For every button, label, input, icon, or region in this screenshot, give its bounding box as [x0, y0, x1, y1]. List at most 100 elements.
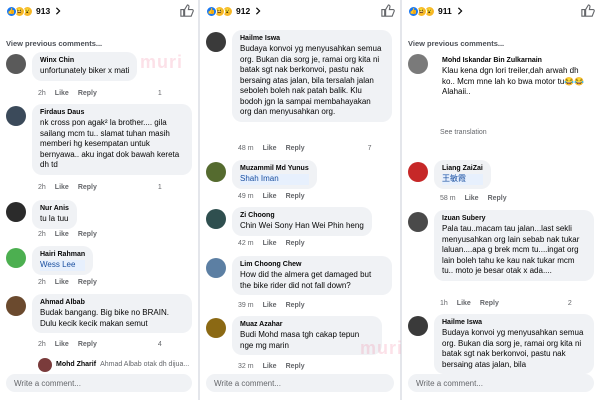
comment-time[interactable]: 42 m — [238, 240, 254, 247]
reply-link[interactable]: Reply — [78, 90, 97, 97]
comment-bubble: Lim Choong Chew How did the almera get d… — [232, 256, 392, 295]
avatar[interactable] — [206, 32, 226, 52]
comment-text: Budak bangang. Big bike no BRAIN. Dulu k… — [40, 308, 169, 328]
like-button-icon[interactable] — [380, 3, 395, 18]
reaction-summary[interactable]: 👍 😆 😮 912 — [200, 0, 400, 22]
avatar[interactable] — [206, 162, 226, 182]
avatar[interactable] — [408, 54, 428, 74]
commenter-name[interactable]: Mohd Iskandar Bin Zulkarnain — [442, 56, 586, 66]
avatar[interactable] — [6, 54, 26, 74]
write-comment-input[interactable]: Write a comment... — [6, 374, 192, 392]
like-button-icon[interactable] — [580, 3, 595, 18]
commenter-name[interactable]: Hailme Iswa — [240, 34, 384, 44]
comment: Mohd Iskandar Bin Zulkarnain Klau kena d… — [408, 52, 594, 102]
like-link[interactable]: Like — [263, 145, 277, 152]
reply-link[interactable]: Reply — [286, 363, 305, 370]
reply-link[interactable]: Reply — [488, 195, 507, 202]
view-previous-comments[interactable]: View previous comments... — [0, 22, 198, 54]
commenter-name[interactable]: Liang ZaiZai — [442, 164, 483, 174]
tagged-user[interactable]: Wess Lee — [40, 260, 86, 271]
commenter-name[interactable]: Zi Choong — [240, 211, 364, 221]
comment-actions: 49 m Like Reply — [238, 193, 305, 200]
write-comment-input[interactable]: Write a comment... — [408, 374, 594, 392]
reply-link[interactable]: Reply — [286, 193, 305, 200]
commenter-name[interactable]: Muzammil Md Yunus — [240, 164, 309, 174]
comment-bubble: Izuan Subery Pala tau..macam tau jalan..… — [434, 210, 594, 281]
commenter-name[interactable]: Firdaus Daus — [40, 108, 184, 118]
like-link[interactable]: Like — [55, 90, 69, 97]
comment-time[interactable]: 2h — [38, 279, 46, 286]
reply-link[interactable]: Reply — [78, 231, 97, 238]
comment: Izuan Subery Pala tau..macam tau jalan..… — [408, 210, 594, 281]
commenter-name[interactable]: Winx Chin — [40, 56, 129, 66]
commenter-name[interactable]: Hailme Iswa — [442, 318, 586, 328]
avatar[interactable] — [206, 209, 226, 229]
chevron-right-icon[interactable] — [456, 7, 464, 15]
comment-actions: 32 m Like Reply — [238, 363, 305, 370]
commenter-name[interactable]: Muaz Azahar — [240, 320, 374, 330]
comment-time[interactable]: 2h — [38, 90, 46, 97]
commenter-name[interactable]: Izuan Subery — [442, 214, 586, 224]
like-link[interactable]: Like — [55, 184, 69, 191]
like-link[interactable]: Like — [55, 231, 69, 238]
avatar[interactable] — [6, 106, 26, 126]
like-link[interactable]: Like — [465, 195, 479, 202]
reply-link[interactable]: Reply — [480, 300, 499, 307]
reply-link[interactable]: Reply — [78, 184, 97, 191]
comment-bubble: Hailme Iswa Budaya konvoi yg menyusahkan… — [232, 30, 392, 122]
comment-time[interactable]: 2h — [38, 184, 46, 191]
see-translation-link[interactable]: See translation — [440, 129, 487, 136]
like-link[interactable]: Like — [263, 240, 277, 247]
avatar[interactable] — [206, 318, 226, 338]
like-link[interactable]: Like — [55, 341, 69, 348]
comment-actions: 2h Like Reply 1 — [38, 90, 162, 97]
comment: Muzammil Md Yunus Shah Iman — [206, 160, 317, 189]
like-reaction-icon: 👍 — [206, 5, 217, 17]
comment: Ahmad Albab Budak bangang. Big bike no B… — [6, 294, 192, 333]
comment-text: tu la tuu — [40, 214, 69, 223]
like-link[interactable]: Like — [263, 363, 277, 370]
avatar[interactable] — [206, 258, 226, 278]
like-link[interactable]: Like — [55, 279, 69, 286]
avatar[interactable] — [6, 202, 26, 222]
comment-text: nk cross pon agak² la brother.... gila s… — [40, 118, 180, 169]
comment-time[interactable]: 49 m — [238, 193, 254, 200]
tagged-user[interactable]: Shah Iman — [240, 174, 309, 185]
avatar[interactable] — [6, 248, 26, 268]
like-link[interactable]: Like — [263, 193, 277, 200]
reply-link[interactable]: Reply — [78, 279, 97, 286]
comment-time[interactable]: 2h — [38, 341, 46, 348]
tagged-user[interactable]: 王敏霞 — [442, 174, 483, 185]
like-reaction-icon: 👍 — [408, 5, 419, 17]
commenter-name[interactable]: Hairi Rahman — [40, 250, 85, 260]
like-link[interactable]: Like — [457, 300, 471, 307]
comment-time[interactable]: 2h — [38, 231, 46, 238]
comment-time[interactable]: 48 m — [238, 145, 254, 152]
avatar[interactable] — [408, 212, 428, 232]
comment-time[interactable]: 58 m — [440, 195, 456, 202]
reply-link[interactable]: Reply — [286, 240, 305, 247]
commenter-name[interactable]: Lim Choong Chew — [240, 260, 384, 270]
reaction-summary[interactable]: 👍 😆 😮 911 — [402, 0, 600, 22]
reply-preview[interactable]: Mohd Zharif Ahmad Albab otak dh dijua... — [38, 356, 189, 372]
reply-link[interactable]: Reply — [78, 341, 97, 348]
reaction-summary[interactable]: 👍 😆 😮 913 — [0, 0, 198, 22]
write-comment-input[interactable]: Write a comment... — [206, 374, 394, 392]
avatar[interactable] — [6, 296, 26, 316]
reply-link[interactable]: Reply — [286, 145, 305, 152]
chevron-right-icon[interactable] — [54, 7, 62, 15]
comment-time[interactable]: 1h — [440, 300, 448, 307]
commenter-name[interactable]: Nur Anis — [40, 204, 69, 214]
commenter-name[interactable]: Ahmad Albab — [40, 298, 184, 308]
avatar[interactable] — [408, 162, 428, 182]
chevron-right-icon[interactable] — [254, 7, 262, 15]
comment-text: unfortunately biker x mati — [40, 66, 130, 75]
like-link[interactable]: Like — [263, 302, 277, 309]
reply-link[interactable]: Reply — [286, 302, 305, 309]
view-previous-comments[interactable]: View previous comments... — [402, 22, 600, 54]
reply-author: Mohd Zharif — [56, 360, 97, 368]
comment-time[interactable]: 39 m — [238, 302, 254, 309]
comment-time[interactable]: 32 m — [238, 363, 254, 370]
like-button-icon[interactable] — [179, 3, 194, 18]
avatar[interactable] — [408, 316, 428, 336]
